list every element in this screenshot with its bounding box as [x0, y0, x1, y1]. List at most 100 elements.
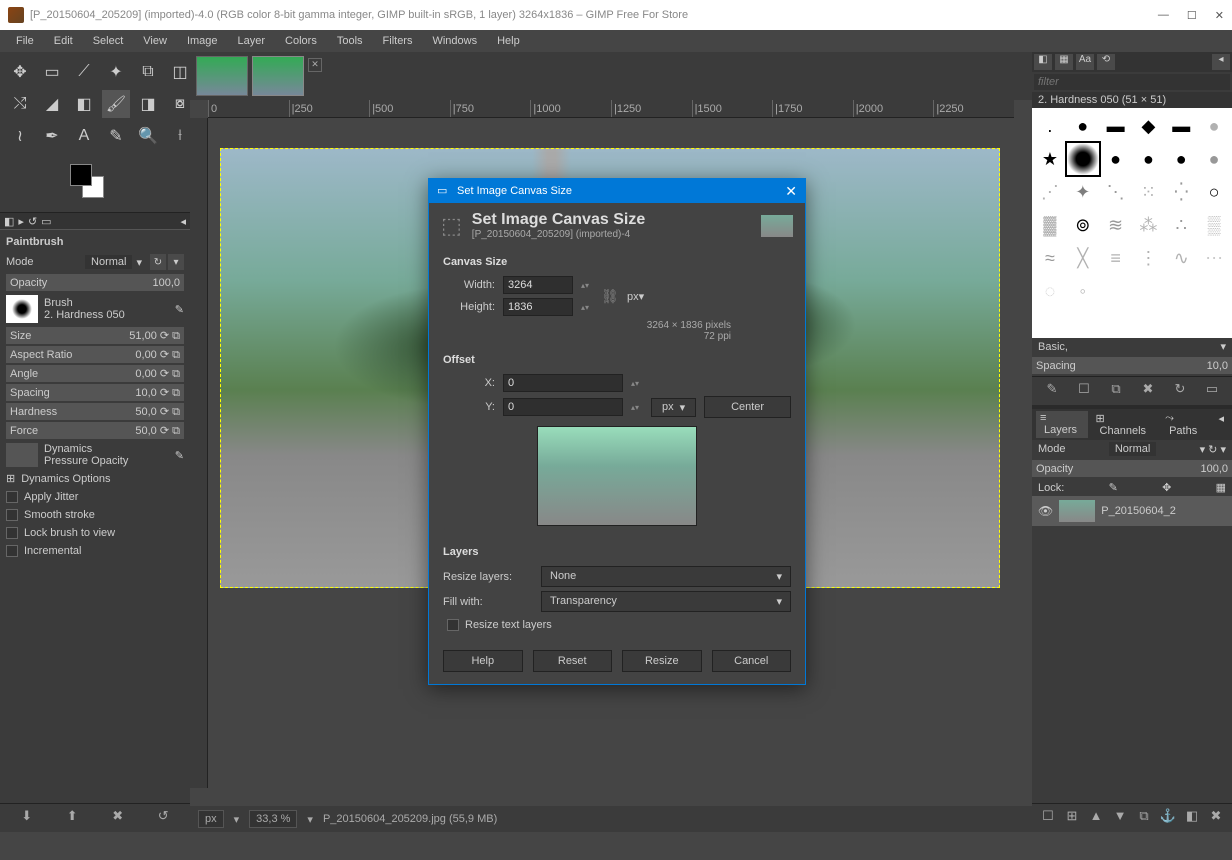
brush-preview[interactable] [6, 295, 38, 323]
merge-layer-icon[interactable]: ⚓ [1158, 808, 1178, 828]
minimize-button[interactable]: — [1158, 9, 1169, 22]
mode-reset-icon[interactable]: ↻ [150, 254, 166, 270]
tab-paths[interactable]: ⤳ Paths [1161, 411, 1210, 438]
edit-brush-icon[interactable]: ✎ [1042, 381, 1062, 401]
tool-warp[interactable]: ⤭ [6, 90, 34, 118]
tab-patterns-icon[interactable]: ▦ [1055, 54, 1073, 70]
size-unit-select[interactable]: px▾ [627, 290, 644, 303]
tab-tool-options-icon[interactable]: ◧ [4, 215, 14, 228]
angle-slider[interactable]: Angle0,00 ⟳ ⧉ [6, 365, 184, 382]
tab-brushes-icon[interactable]: ◧ [1034, 54, 1052, 70]
size-slider[interactable]: Size51,00 ⟳ ⧉ [6, 327, 184, 344]
menu-image[interactable]: Image [179, 33, 226, 49]
restore-preset-icon[interactable]: ⬆ [62, 808, 82, 828]
layer-item[interactable]: 👁 P_20150604_2 [1032, 496, 1232, 526]
tool-zoom[interactable]: 🔍 [134, 122, 162, 150]
offset-y-input[interactable] [503, 398, 623, 416]
mask-layer-icon[interactable]: ◧ [1182, 808, 1202, 828]
menu-colors[interactable]: Colors [277, 33, 325, 49]
close-button[interactable]: ✕ [1215, 9, 1224, 22]
image-tab-close[interactable]: ✕ [308, 58, 322, 72]
tool-smudge[interactable]: ≀ [6, 122, 34, 150]
delete-preset-icon[interactable]: ✖ [108, 808, 128, 828]
dup-layer-icon[interactable]: ⧉ [1134, 808, 1154, 828]
layer-up-icon[interactable]: ▲ [1086, 808, 1106, 828]
resize-button[interactable]: Resize [622, 650, 702, 672]
tab-history-icon[interactable]: ⟲ [1097, 54, 1115, 70]
hardness-slider[interactable]: Hardness50,0 ⟳ ⧉ [6, 403, 184, 420]
help-button[interactable]: Help [443, 650, 523, 672]
menu-tools[interactable]: Tools [329, 33, 371, 49]
tool-text[interactable]: A [70, 122, 98, 150]
jitter-checkbox[interactable] [6, 491, 18, 503]
height-input[interactable] [503, 298, 573, 316]
opacity-slider[interactable]: Opacity 100,0 [6, 274, 184, 291]
brush-preset-select[interactable]: Basic, [1038, 341, 1068, 353]
incremental-checkbox[interactable] [6, 545, 18, 557]
cancel-button[interactable]: Cancel [712, 650, 792, 672]
menu-layer[interactable]: Layer [230, 33, 274, 49]
tool-move[interactable]: ✥ [6, 58, 34, 86]
image-tab-2[interactable] [252, 56, 304, 96]
refresh-brush-icon[interactable]: ↻ [1170, 381, 1190, 401]
mode-select[interactable]: Normal [85, 255, 132, 269]
dynamics-edit-icon[interactable]: ✎ [175, 449, 184, 462]
tool-wand[interactable]: ✦ [102, 58, 130, 86]
resize-layers-select[interactable]: None▾ [541, 566, 791, 587]
aspect-slider[interactable]: Aspect Ratio0,00 ⟳ ⧉ [6, 346, 184, 363]
dynamics-options-expander[interactable]: ⊞Dynamics Options [6, 469, 184, 488]
dynamics-icon[interactable] [6, 443, 38, 467]
unit-select[interactable]: px [198, 810, 224, 828]
smooth-checkbox[interactable] [6, 509, 18, 521]
lock-position-icon[interactable]: ✥ [1162, 481, 1171, 494]
brush-edit-icon[interactable]: ✎ [175, 303, 184, 316]
image-tab-1[interactable] [196, 56, 248, 96]
tab-history-icon[interactable]: ↺ [28, 215, 37, 228]
brush-spacing-slider[interactable]: Spacing10,0 [1032, 357, 1232, 374]
layer-opacity-slider[interactable]: Opacity100,0 [1032, 460, 1232, 477]
tab-menu-icon[interactable]: ◂ [180, 215, 186, 228]
open-brush-icon[interactable]: ▭ [1202, 381, 1222, 401]
force-slider[interactable]: Force50,0 ⟳ ⧉ [6, 422, 184, 439]
menu-help[interactable]: Help [489, 33, 528, 49]
brush-filter-input[interactable] [1038, 76, 1226, 88]
layer-group-icon[interactable]: ⊞ [1062, 808, 1082, 828]
fill-with-select[interactable]: Transparency▾ [541, 591, 791, 612]
tool-eraser[interactable]: ◨ [134, 90, 162, 118]
tab-device-icon[interactable]: ▸ [18, 215, 24, 228]
width-input[interactable] [503, 276, 573, 294]
del-layer-icon[interactable]: ✖ [1206, 808, 1226, 828]
tool-picker[interactable]: ✎ [102, 122, 130, 150]
dup-brush-icon[interactable]: ⧉ [1106, 381, 1126, 401]
tool-lasso[interactable]: ⟋ [70, 58, 98, 86]
menu-windows[interactable]: Windows [424, 33, 485, 49]
center-button[interactable]: Center [704, 396, 791, 418]
spacing-slider[interactable]: Spacing10,0 ⟳ ⧉ [6, 384, 184, 401]
fg-bg-colors[interactable] [70, 164, 120, 204]
layer-name[interactable]: P_20150604_2 [1101, 505, 1176, 517]
dynamics-select[interactable]: Pressure Opacity [44, 455, 169, 467]
offset-preview[interactable] [537, 426, 697, 526]
lock-brush-checkbox[interactable] [6, 527, 18, 539]
lock-pixels-icon[interactable]: ✎ [1109, 481, 1118, 494]
lock-alpha-icon[interactable]: ▦ [1216, 481, 1226, 494]
offset-x-input[interactable] [503, 374, 623, 392]
reset-button[interactable]: Reset [533, 650, 613, 672]
tab-channels[interactable]: ⊞ Channels [1092, 411, 1158, 438]
fg-color[interactable] [70, 164, 92, 186]
del-brush-icon[interactable]: ✖ [1138, 381, 1158, 401]
new-brush-icon[interactable]: ☐ [1074, 381, 1094, 401]
tool-paintbrush[interactable]: 🖌 [102, 90, 130, 118]
zoom-select[interactable]: 33,3 % [249, 810, 297, 828]
tool-rect-select[interactable]: ▭ [38, 58, 66, 86]
offset-unit-select[interactable]: px▾ [651, 398, 696, 417]
dock-menu-icon[interactable]: ◂ [1212, 54, 1230, 70]
tool-gradient[interactable]: ◧ [70, 90, 98, 118]
tool-bucket[interactable]: ◢ [38, 90, 66, 118]
tool-path[interactable]: ✒ [38, 122, 66, 150]
tab-fonts-icon[interactable]: Aa [1076, 54, 1094, 70]
menu-edit[interactable]: Edit [46, 33, 81, 49]
reset-preset-icon[interactable]: ↺ [153, 808, 173, 828]
menu-view[interactable]: View [135, 33, 175, 49]
save-preset-icon[interactable]: ⬇ [17, 808, 37, 828]
